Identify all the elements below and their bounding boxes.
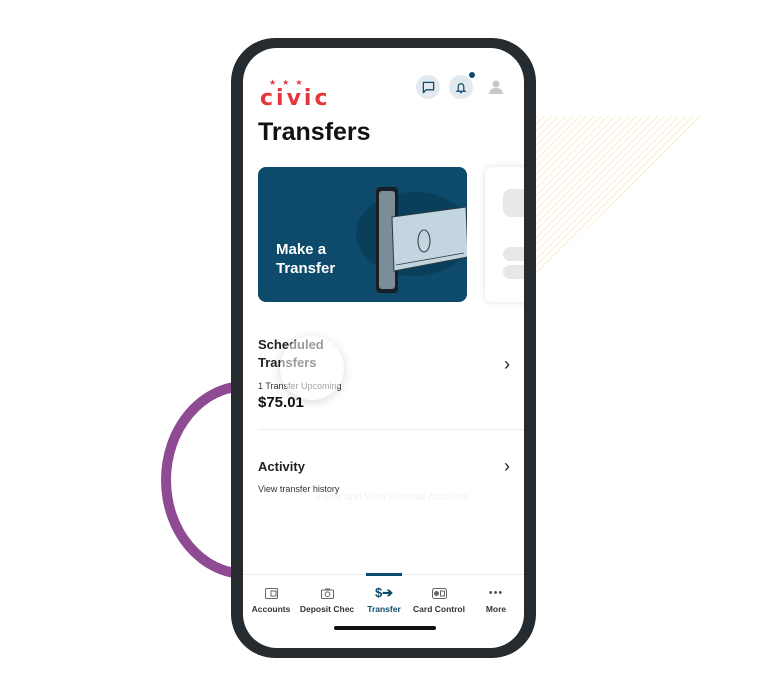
tab-transfer[interactable]: $➔ Transfer <box>356 585 412 614</box>
skeleton-placeholder <box>503 265 524 279</box>
home-indicator[interactable] <box>334 626 436 630</box>
make-transfer-card[interactable]: Make a Transfer <box>258 167 467 302</box>
chat-button[interactable] <box>416 75 440 99</box>
touch-indicator <box>280 336 344 400</box>
tab-more[interactable]: ••• More <box>468 585 524 614</box>
divider <box>258 429 524 430</box>
page-title: Transfers <box>258 118 371 146</box>
profile-icon[interactable] <box>487 78 505 96</box>
tab-label: Deposit Chec <box>299 604 355 614</box>
chat-icon <box>422 81 434 93</box>
dollar-transfer-icon: $➔ <box>374 585 394 600</box>
chevron-right-icon: › <box>504 354 510 374</box>
active-tab-indicator <box>366 573 402 576</box>
phone-money-illustration <box>356 187 467 293</box>
notifications-button[interactable] <box>449 72 475 99</box>
tab-accounts[interactable]: Accounts <box>243 585 299 614</box>
wallet-icon <box>264 587 278 599</box>
card-control-icon <box>431 587 447 599</box>
skeleton-placeholder <box>503 247 524 261</box>
civic-logo: ★★★ civic <box>260 78 328 111</box>
tab-label: More <box>485 604 507 614</box>
tab-label: Transfer <box>367 604 401 614</box>
activity-title: Activity <box>258 459 305 474</box>
more-icon: ••• <box>488 587 504 599</box>
bottom-tab-bar: Accounts Deposit Chec $➔ Transfer Card C… <box>243 573 524 648</box>
phone-frame: ★★★ civic Transfers Make a Transfer 1 Tr… <box>231 38 536 658</box>
tab-label: Card Control <box>413 604 465 614</box>
tab-deposit-check[interactable]: Deposit Chec <box>299 585 355 614</box>
phone-screen: ★★★ civic Transfers Make a Transfer 1 Tr… <box>243 48 524 648</box>
secondary-card-loading[interactable] <box>485 167 524 302</box>
notification-dot <box>469 72 475 78</box>
logo-text: civic <box>260 86 331 111</box>
make-transfer-label: Make a Transfer <box>276 241 336 277</box>
tab-card-control[interactable]: Card Control <box>411 585 467 614</box>
ghost-link-external-accounts: + Link and View External Accounts <box>315 492 469 503</box>
decorative-striped-triangle <box>530 116 704 284</box>
bell-icon <box>455 82 467 93</box>
tab-label: Accounts <box>251 604 291 614</box>
skeleton-placeholder <box>503 189 524 217</box>
chevron-right-icon: › <box>504 456 510 476</box>
camera-icon <box>320 588 334 599</box>
